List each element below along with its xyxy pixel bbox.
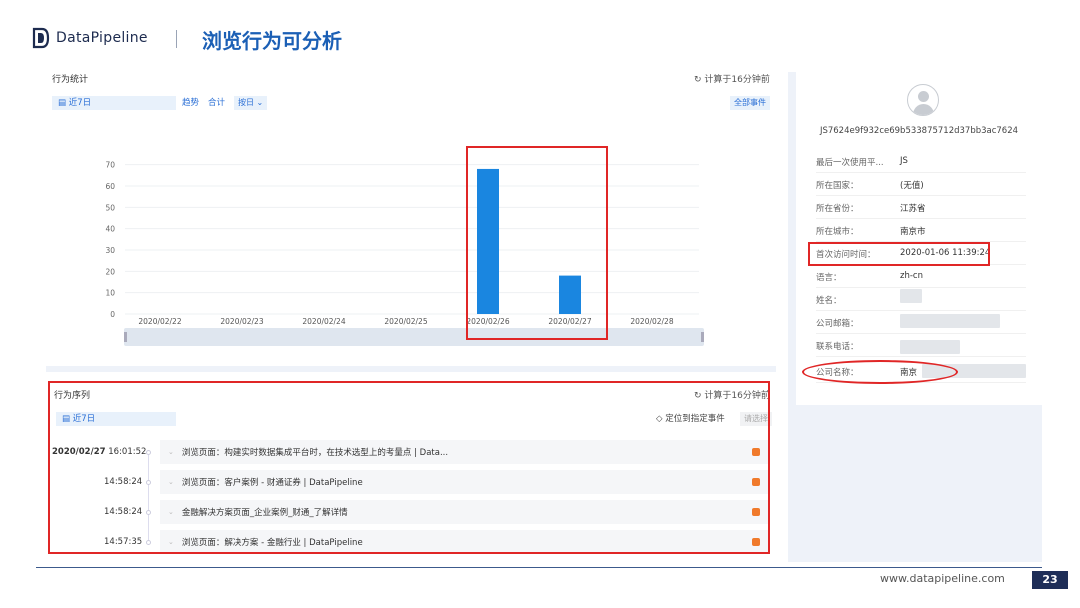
field-key: 最后一次使用平... — [816, 158, 884, 168]
y-tick-label: 40 — [105, 225, 115, 234]
brand-logo: DataPipeline — [32, 27, 148, 49]
bar-chart: 0 10 20 30 40 50 60 70 2020/02/22 2020/02/23 2020/… — [105, 161, 699, 326]
field-key: 公司邮箱： — [816, 319, 859, 329]
header-separator — [176, 30, 177, 48]
range-slider-handle-left[interactable] — [124, 332, 127, 342]
avatar — [907, 84, 939, 116]
datapipeline-logo-icon — [32, 27, 50, 49]
y-tick-label: 0 — [110, 310, 115, 319]
y-tick-label: 10 — [105, 289, 115, 298]
x-tick-label: 2020/02/24 — [302, 317, 345, 326]
redacted-name — [900, 289, 922, 303]
avatar-head — [918, 91, 929, 102]
granularity-text: 按日 — [238, 98, 254, 107]
panel-divider — [46, 366, 776, 372]
field-value: zh-cn — [900, 271, 923, 281]
field-key: 联系电话： — [816, 342, 859, 352]
page-title: 浏览行为可分析 — [202, 29, 342, 53]
field-key: 所在省份： — [816, 204, 859, 214]
avatar-body — [913, 104, 934, 115]
profile-field: 所在国家： (无值) — [816, 173, 1026, 196]
x-tick-label: 2020/02/25 — [384, 317, 427, 326]
field-value: JS — [900, 156, 908, 166]
x-tick-label: 2020/02/22 — [138, 317, 181, 326]
y-tick-label: 70 — [105, 161, 115, 170]
profile-field: 语言： zh-cn — [816, 265, 1026, 288]
field-value: 江苏省 — [900, 204, 926, 214]
stats-date-range[interactable]: ▤ 近7日 — [52, 96, 176, 110]
range-slider-handle-right[interactable] — [701, 332, 704, 342]
footer-url: www.datapipeline.com — [880, 572, 1005, 585]
chevron-down-icon: ⌄ — [254, 98, 264, 107]
field-value: (无值) — [900, 181, 924, 191]
field-key: 所在国家： — [816, 181, 859, 191]
highlight-sequence-box — [48, 381, 770, 554]
page-number: 23 — [1032, 571, 1068, 589]
tab-total[interactable]: 合计 — [208, 96, 225, 110]
range-slider[interactable] — [124, 328, 704, 346]
redacted-phone — [900, 340, 960, 354]
stats-refresh-text: 计算于16分钟前 — [704, 75, 770, 85]
stats-section-label: 行为统计 — [52, 75, 89, 85]
granularity-select[interactable]: 按日 ⌄ — [234, 96, 268, 110]
x-tick-label: 2020/02/23 — [220, 317, 263, 326]
y-tick-label: 20 — [105, 267, 115, 276]
field-key: 所在城市： — [816, 227, 859, 237]
tab-trend[interactable]: 趋势 — [182, 96, 199, 110]
refresh-icon: ↻ — [694, 75, 705, 85]
logo-text: DataPipeline — [56, 30, 148, 46]
y-tick-label: 60 — [105, 182, 115, 191]
stats-date-range-text: 近7日 — [68, 98, 92, 108]
redacted-email — [900, 314, 1000, 328]
y-tick-label: 30 — [105, 246, 115, 255]
field-key: 姓名： — [816, 296, 842, 306]
profile-field: 所在省份： 江苏省 — [816, 196, 1026, 219]
highlight-first-visit-box — [808, 242, 990, 266]
user-id: JS7624e9f932ce69b533875712d37bb3ac7624 — [819, 126, 1019, 136]
highlight-bars-box — [466, 146, 608, 340]
highlight-company-ellipse — [802, 360, 958, 384]
y-tick-label: 50 — [105, 203, 115, 212]
profile-field: 最后一次使用平... JS — [816, 150, 1026, 173]
calendar-icon: ▤ — [58, 98, 69, 108]
x-tick-label: 2020/02/28 — [630, 317, 673, 326]
all-events-button[interactable]: 全部事件 — [730, 96, 770, 110]
profile-field: 所在城市： 南京市 — [816, 219, 1026, 242]
stats-refresh[interactable]: ↻ 计算于16分钟前 — [694, 72, 770, 85]
field-value: 南京市 — [900, 227, 926, 237]
field-key: 语言： — [816, 273, 842, 283]
footer-line — [36, 567, 1042, 568]
